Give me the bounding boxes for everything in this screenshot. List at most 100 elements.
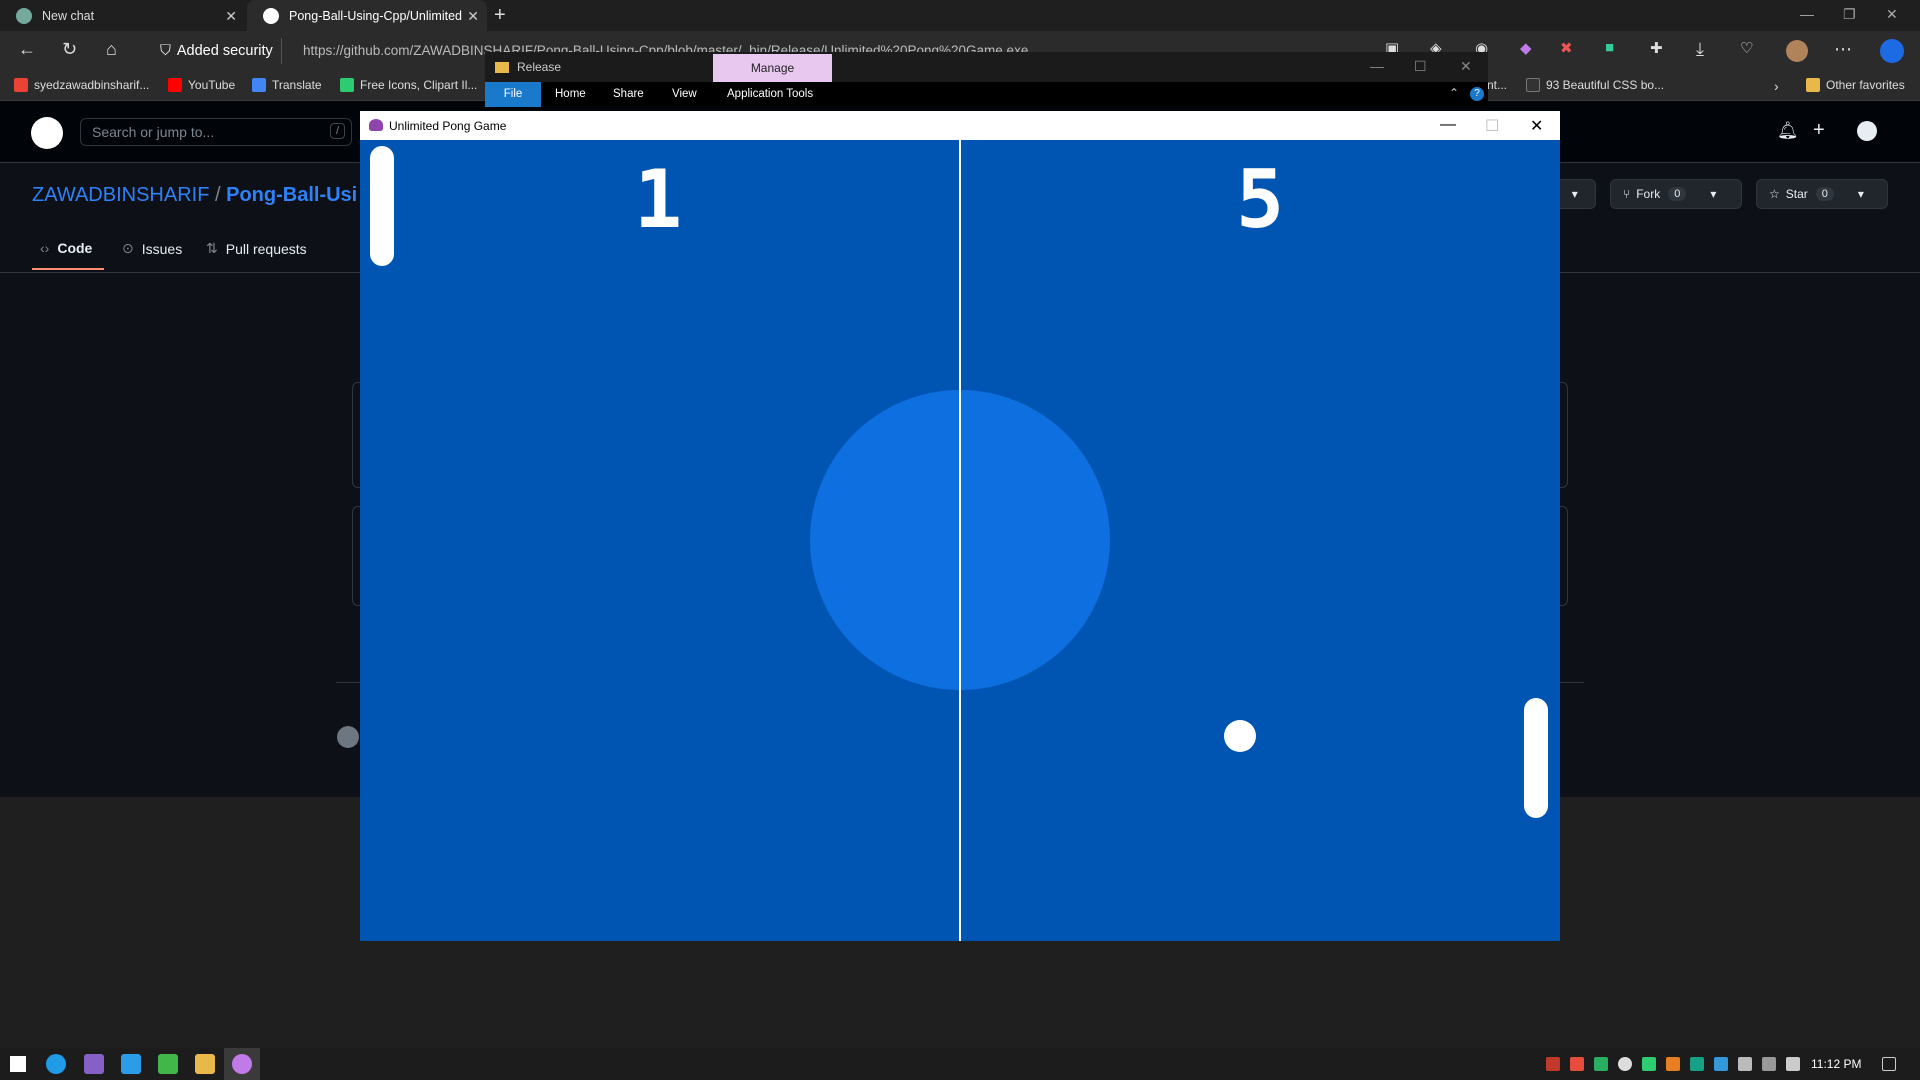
minimize-icon[interactable]: —: [1800, 6, 1814, 22]
repo-owner-link[interactable]: ZAWADBINSHARIF: [32, 184, 209, 206]
tray-app-icon[interactable]: [1570, 1057, 1584, 1071]
star-icon: ☆: [1769, 187, 1780, 201]
game-court[interactable]: 1 5: [360, 140, 1560, 941]
system-clock[interactable]: 11:12 PM: [1811, 1057, 1861, 1071]
minimize-icon[interactable]: —: [1440, 116, 1456, 134]
bookmark-label: YouTube: [188, 78, 236, 92]
extension-icon[interactable]: ✖: [1560, 39, 1573, 57]
extension-icon[interactable]: ◆: [1520, 39, 1532, 57]
breadcrumb-separator: /: [214, 184, 221, 206]
tab-label: Pull requests: [225, 240, 307, 257]
more-icon[interactable]: ⋯: [1834, 39, 1852, 60]
notification-icon[interactable]: [1882, 1057, 1896, 1071]
tab-code[interactable]: ‹› Code: [40, 240, 92, 256]
star-button[interactable]: ☆ Star 0 ▾: [1756, 179, 1888, 209]
ribbon-tab-view[interactable]: View: [672, 82, 697, 107]
bell-icon[interactable]: 🔔︎: [1777, 121, 1799, 141]
bookmark-label: 93 Beautiful CSS bo...: [1546, 78, 1665, 92]
tab-github[interactable]: Pong-Ball-Using-Cpp/Unlimited ✕: [247, 0, 487, 31]
active-tab-indicator: [32, 268, 104, 270]
close-icon[interactable]: ✕: [1530, 116, 1543, 136]
ribbon-tab-share[interactable]: Share: [613, 82, 644, 107]
avatar[interactable]: [1857, 121, 1877, 141]
tray-app-icon[interactable]: [1546, 1057, 1560, 1071]
tray-app-icon[interactable]: [1690, 1057, 1704, 1071]
volume-icon[interactable]: [1786, 1057, 1800, 1071]
qt-icon[interactable]: [158, 1054, 178, 1074]
security-badge[interactable]: ⛉ Added security: [152, 38, 282, 64]
tab-label: Issues: [141, 240, 183, 257]
plus-icon[interactable]: +: [1813, 119, 1825, 142]
chevron-up-icon[interactable]: ⌃: [1449, 86, 1459, 100]
translate-icon: [252, 78, 266, 92]
tray-app-icon[interactable]: [1594, 1057, 1608, 1071]
refresh-icon[interactable]: ↻: [62, 39, 77, 60]
minimize-icon[interactable]: —: [1370, 58, 1384, 74]
ribbon-tab-file[interactable]: File: [485, 82, 541, 107]
close-icon[interactable]: ✕: [225, 8, 237, 25]
bookmark-free-icons[interactable]: Free Icons, Clipart Il...: [340, 78, 477, 92]
tab-title: New chat: [42, 8, 95, 23]
network-icon[interactable]: [1762, 1057, 1776, 1071]
vscode-icon[interactable]: [121, 1054, 141, 1074]
bookmark-gmail[interactable]: syedzawadbinsharif...: [14, 78, 149, 92]
tray-app-icon[interactable]: [1714, 1057, 1728, 1071]
ribbon-tab-application-tools[interactable]: Application Tools: [727, 82, 813, 107]
pong-app-icon: [232, 1054, 252, 1074]
maximize-icon[interactable]: ☐: [1414, 58, 1427, 75]
gmail-icon: [14, 78, 28, 92]
github-logo-icon[interactable]: [31, 117, 63, 149]
close-icon[interactable]: ✕: [1460, 58, 1472, 75]
tab-new-chat[interactable]: New chat ✕: [0, 0, 245, 31]
bookmark-partial[interactable]: nt...: [1487, 78, 1507, 92]
tray-app-icon[interactable]: [1738, 1057, 1752, 1071]
puzzle-icon[interactable]: ✚: [1650, 39, 1663, 57]
search-placeholder: Search or jump to...: [92, 124, 215, 140]
edge-icon[interactable]: [46, 1054, 66, 1074]
ball: [1224, 720, 1256, 752]
taskbar-active-app[interactable]: [224, 1048, 260, 1080]
bookmark-label: syedzawadbinsharif...: [34, 78, 150, 92]
home-icon[interactable]: ⌂: [106, 39, 117, 60]
fork-icon: ⑂: [1623, 187, 1631, 201]
close-icon[interactable]: ✕: [467, 8, 479, 25]
restore-icon[interactable]: ❐: [1843, 6, 1856, 23]
maximize-icon[interactable]: ☐: [1485, 116, 1499, 136]
chevron-down-icon: ▾: [1571, 187, 1578, 201]
help-icon[interactable]: ?: [1470, 87, 1484, 101]
ribbon-tab-home[interactable]: Home: [555, 82, 586, 107]
back-icon[interactable]: ←: [18, 39, 36, 60]
windows-start-icon[interactable]: [10, 1056, 26, 1072]
chevron-right-icon[interactable]: ›: [1774, 78, 1779, 94]
download-icon[interactable]: ⤓: [1696, 39, 1704, 60]
search-input[interactable]: Search or jump to... /: [80, 118, 352, 146]
new-tab-icon[interactable]: +: [494, 4, 506, 27]
close-window-icon[interactable]: ✕: [1886, 6, 1898, 23]
tray-app-icon[interactable]: [1642, 1057, 1656, 1071]
repo-name-link[interactable]: Pong-Ball-Usi: [226, 184, 357, 206]
chevron-down-icon: ▾: [1710, 187, 1717, 201]
tab-manage[interactable]: Manage: [713, 54, 832, 82]
extension-icon[interactable]: ■: [1605, 39, 1614, 56]
tab-issues[interactable]: ⊙ Issues: [122, 240, 182, 257]
tray-app-icon[interactable]: [1666, 1057, 1680, 1071]
profile-avatar[interactable]: [1786, 40, 1808, 62]
file-explorer-window: Release Manage — ☐ ✕ File Home Share Vie…: [485, 52, 1488, 107]
folder-icon: [495, 61, 509, 73]
bookmark-translate[interactable]: Translate: [252, 78, 322, 92]
fork-button[interactable]: ⑂ Fork 0 ▾: [1610, 179, 1742, 209]
tab-pull-requests[interactable]: ⇅ Pull requests: [206, 240, 307, 257]
cloud-icon[interactable]: [1618, 1057, 1632, 1071]
browser-essentials-icon[interactable]: ♡: [1740, 39, 1753, 57]
github-footer-logo-icon[interactable]: [337, 726, 359, 748]
security-label: Added security: [176, 43, 273, 59]
tab-label: Code: [57, 240, 93, 256]
bookmark-css[interactable]: 93 Beautiful CSS bo...: [1526, 78, 1664, 92]
score-left: 1: [634, 153, 683, 246]
bookmark-youtube[interactable]: YouTube: [168, 78, 235, 92]
visual-studio-icon[interactable]: [84, 1054, 104, 1074]
bookmark-other-favorites[interactable]: Other favorites: [1806, 78, 1905, 92]
copilot-icon[interactable]: [1880, 39, 1904, 63]
explorer-titlebar: Release Manage — ☐ ✕: [485, 52, 1488, 82]
file-explorer-icon[interactable]: [195, 1054, 215, 1074]
